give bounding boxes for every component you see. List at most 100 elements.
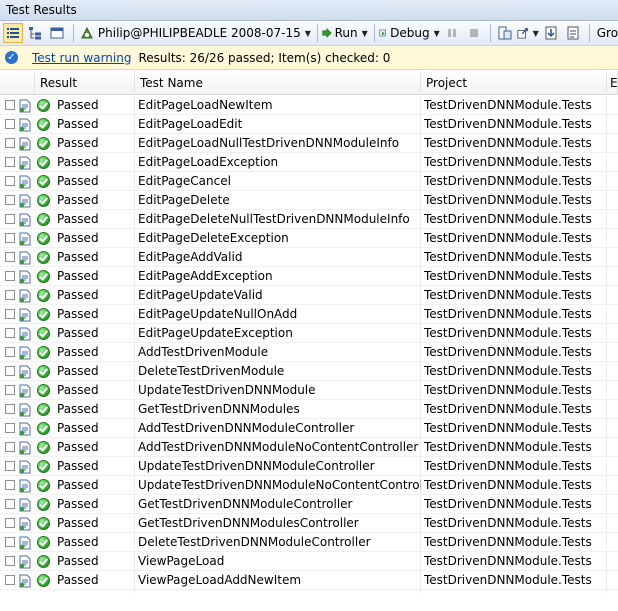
- project-cell: TestDrivenDNNModule.Tests: [424, 421, 592, 435]
- table-row[interactable]: Passed EditPageLoadException TestDrivenDNN…: [0, 153, 618, 172]
- test-document-icon: [19, 460, 31, 474]
- row-checkbox[interactable]: [5, 347, 15, 357]
- run-icon: [322, 27, 332, 39]
- row-checkbox[interactable]: [5, 233, 15, 243]
- project-cell: TestDrivenDNNModule.Tests: [424, 136, 592, 150]
- row-checkbox[interactable]: [5, 385, 15, 395]
- passed-check-icon: [37, 574, 50, 587]
- row-checkbox[interactable]: [5, 423, 15, 433]
- row-checkbox[interactable]: [5, 100, 15, 110]
- window-toggle-button[interactable]: [47, 23, 67, 43]
- test-document-icon: [19, 384, 31, 398]
- row-checkbox[interactable]: [5, 328, 15, 338]
- row-checkbox[interactable]: [5, 176, 15, 186]
- row-checkbox[interactable]: [5, 537, 15, 547]
- result-cell: Passed: [57, 231, 99, 245]
- result-cell: Passed: [57, 174, 99, 188]
- passed-check-icon: [37, 422, 50, 435]
- table-row[interactable]: Passed EditPageUpdateValid TestDrivenDNNMo…: [0, 286, 618, 305]
- export-button[interactable]: [563, 23, 583, 43]
- passed-check-icon: [37, 194, 50, 207]
- run-button[interactable]: Run ▼: [322, 23, 368, 43]
- row-checkbox[interactable]: [5, 518, 15, 528]
- passed-check-icon: [37, 365, 50, 378]
- table-row[interactable]: Passed ViewPageLoadAddNewItem TestDrivenDN…: [0, 571, 618, 590]
- stop-button[interactable]: [464, 23, 484, 43]
- list-view-button[interactable]: [3, 23, 23, 43]
- table-row[interactable]: Passed EditPageLoadNewItem TestDrivenDNNMo…: [0, 96, 618, 115]
- debug-button[interactable]: Debug ▼: [379, 23, 440, 43]
- row-checkbox[interactable]: [5, 442, 15, 452]
- test-list-button[interactable]: [495, 23, 515, 43]
- row-checkbox[interactable]: [5, 119, 15, 129]
- row-checkbox[interactable]: [5, 309, 15, 319]
- import-button[interactable]: [541, 23, 561, 43]
- result-cell: Passed: [57, 136, 99, 150]
- table-row[interactable]: Passed EditPageUpdateException TestDrivenD…: [0, 324, 618, 343]
- result-cell: Passed: [57, 193, 99, 207]
- project-column-header[interactable]: Project: [421, 71, 607, 95]
- row-checkbox[interactable]: [5, 575, 15, 585]
- table-row[interactable]: Passed EditPageDelete TestDrivenDNNModule.…: [0, 191, 618, 210]
- row-checkbox[interactable]: [5, 252, 15, 262]
- test-name-cell: EditPageAddValid: [138, 250, 243, 264]
- table-row[interactable]: Passed AddTestDrivenModule TestDrivenDNNMo…: [0, 343, 618, 362]
- table-row[interactable]: Passed EditPageDeleteException TestDrivenD…: [0, 229, 618, 248]
- table-row[interactable]: Passed EditPageAddValid TestDrivenDNNModul…: [0, 248, 618, 267]
- results-summary: Results: 26/26 passed; Item(s) checked: …: [138, 50, 391, 65]
- project-cell: TestDrivenDNNModule.Tests: [424, 326, 592, 340]
- row-checkbox[interactable]: [5, 195, 15, 205]
- test-name-cell: AddTestDrivenModule: [138, 345, 269, 359]
- test-name-cell: EditPageUpdateException: [138, 326, 293, 340]
- table-row[interactable]: Passed EditPageLoadEdit TestDrivenDNNModul…: [0, 115, 618, 134]
- project-cell: TestDrivenDNNModule.Tests: [424, 383, 592, 397]
- row-checkbox[interactable]: [5, 499, 15, 509]
- result-cell: Passed: [57, 402, 99, 416]
- table-row[interactable]: Passed AddTestDrivenDNNModuleNoContentCon…: [0, 438, 618, 457]
- table-row[interactable]: Passed UpdateTestDrivenDNNModuleControlle…: [0, 457, 618, 476]
- table-row[interactable]: Passed GetTestDrivenDNNModulesController T…: [0, 514, 618, 533]
- table-row[interactable]: Passed UpdateTestDrivenDNNModule TestDrive…: [0, 381, 618, 400]
- table-row[interactable]: Passed EditPageCancel TestDrivenDNNModule.…: [0, 172, 618, 191]
- passed-check-icon: [37, 308, 50, 321]
- import-icon: [545, 26, 557, 40]
- table-row[interactable]: Passed UpdateTestDrivenDNNModuleNoContent…: [0, 476, 618, 495]
- row-checkbox[interactable]: [5, 366, 15, 376]
- row-checkbox[interactable]: [5, 480, 15, 490]
- row-checkbox[interactable]: [5, 290, 15, 300]
- table-row[interactable]: Passed DeleteTestDrivenDNNModuleControlle…: [0, 533, 618, 552]
- window-title: Test Results: [0, 0, 618, 21]
- project-cell: TestDrivenDNNModule.Tests: [424, 516, 592, 530]
- table-row[interactable]: Passed EditPageDeleteNullTestDrivenDNNMod…: [0, 210, 618, 229]
- table-row[interactable]: Passed ViewPageLoad TestDrivenDNNModule.Te…: [0, 552, 618, 571]
- table-row[interactable]: Passed EditPageLoadNullTestDrivenDNNModul…: [0, 134, 618, 153]
- group-by-label[interactable]: Gro: [597, 26, 618, 40]
- chevron-down-icon: ▼: [304, 28, 311, 38]
- error-column-header[interactable]: Er: [607, 71, 618, 95]
- test-document-icon: [19, 156, 31, 170]
- status-bar: ✓ Test run warning Results: 26/26 passed…: [0, 46, 618, 70]
- table-row[interactable]: Passed EditPageAddException TestDrivenDNNM…: [0, 267, 618, 286]
- test-name-column-header[interactable]: Test Name: [135, 71, 421, 95]
- row-checkbox[interactable]: [5, 214, 15, 224]
- row-checkbox[interactable]: [5, 157, 15, 167]
- table-row[interactable]: Passed GetTestDrivenDNNModuleController Te…: [0, 495, 618, 514]
- result-cell: Passed: [57, 383, 99, 397]
- table-row[interactable]: Passed EditPageUpdateNullOnAdd TestDrivenD…: [0, 305, 618, 324]
- row-checkbox[interactable]: [5, 138, 15, 148]
- row-checkbox[interactable]: [5, 404, 15, 414]
- passed-check-icon: [37, 232, 50, 245]
- pause-button[interactable]: [442, 23, 462, 43]
- test-run-selector[interactable]: Philip@PHILIPBEADLE 2008-07-15 ▼: [78, 23, 313, 43]
- result-column-header[interactable]: Result: [35, 71, 135, 95]
- table-row[interactable]: Passed DeleteTestDrivenModule TestDrivenDN…: [0, 362, 618, 381]
- select-column-header[interactable]: [0, 71, 35, 95]
- row-checkbox[interactable]: [5, 271, 15, 281]
- tree-view-button[interactable]: [25, 23, 45, 43]
- publish-button[interactable]: ▼: [517, 23, 539, 43]
- test-run-warning-link[interactable]: Test run warning: [32, 51, 131, 65]
- row-checkbox[interactable]: [5, 461, 15, 471]
- table-row[interactable]: Passed GetTestDrivenDNNModules TestDrivenD…: [0, 400, 618, 419]
- table-row[interactable]: Passed AddTestDrivenDNNModuleController Te…: [0, 419, 618, 438]
- row-checkbox[interactable]: [5, 556, 15, 566]
